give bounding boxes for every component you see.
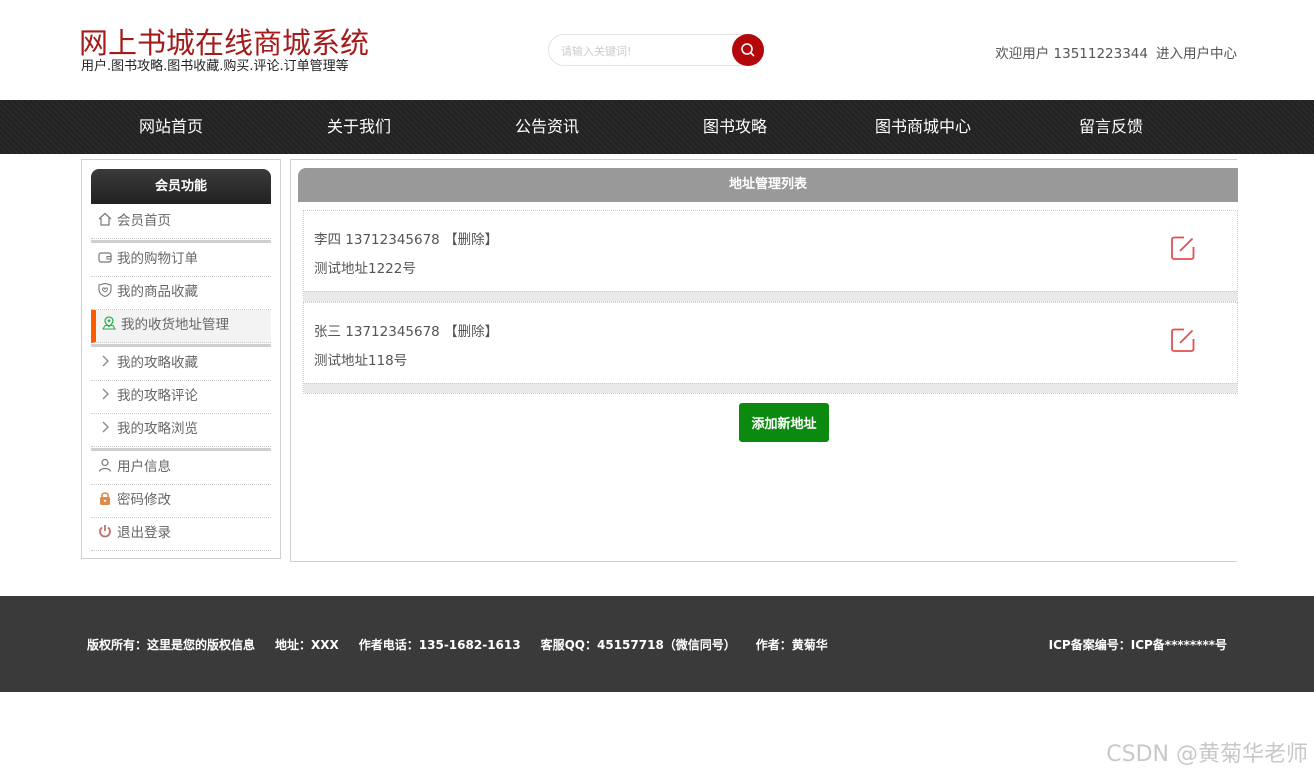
edit-icon[interactable] — [1170, 327, 1196, 353]
power-icon — [99, 525, 111, 538]
sidebar-divider — [91, 344, 271, 347]
delete-address-link[interactable]: 【删除】 — [444, 232, 498, 248]
site-subtitle: 用户.图书攻略.图书收藏.购买.评论.订单管理等 — [81, 59, 349, 74]
panel-title: 地址管理列表 — [298, 168, 1238, 202]
card-footer-strip — [304, 291, 1237, 301]
heart-shield-icon — [98, 282, 112, 298]
sidebar-item-label: 用户信息 — [117, 459, 171, 475]
member-sidebar: 会员功能 会员首页 我的购物订单 我的商品收藏 我的收货地址管理 我的攻略收藏 … — [81, 159, 281, 559]
sidebar-divider — [91, 448, 271, 451]
chevron-right-icon — [102, 388, 109, 400]
map-pin-icon — [102, 316, 116, 330]
search-icon — [741, 43, 755, 57]
footer-info: 版权所有：这里是您的版权信息 地址：XXX 作者电话：135-1682-1613 客服… — [87, 636, 848, 653]
site-footer: 版权所有：这里是您的版权信息 地址：XXX 作者电话：135-1682-1613 客服… — [0, 596, 1314, 692]
edit-icon[interactable] — [1170, 235, 1196, 261]
sidebar-item-label: 我的攻略浏览 — [117, 421, 198, 437]
address-detail: 测试地址118号 — [314, 353, 408, 369]
footer-address: 地址：XXX — [275, 638, 339, 652]
footer-icp: ICP备案编号：ICP备********号 — [1048, 638, 1227, 652]
home-icon — [98, 212, 112, 226]
footer-qq: 客服QQ：45157718（微信同号） — [540, 638, 736, 652]
sidebar-item-password[interactable]: 密码修改 — [91, 485, 271, 518]
sidebar-item-label: 我的攻略评论 — [117, 388, 198, 404]
lock-icon — [100, 492, 110, 505]
sidebar-item-label: 我的收货地址管理 — [121, 317, 229, 333]
nav-item-news[interactable]: 公告资讯 — [453, 100, 641, 154]
sidebar-item-favorites[interactable]: 我的商品收藏 — [91, 277, 271, 310]
sidebar-item-label: 我的购物订单 — [117, 251, 198, 267]
chevron-right-icon — [102, 355, 109, 367]
nav-item-home[interactable]: 网站首页 — [77, 100, 265, 154]
sidebar-item-label: 我的商品收藏 — [117, 284, 198, 300]
search-button[interactable] — [732, 34, 764, 66]
address-panel: 地址管理列表 李四 13712345678 【删除】 测试地址1222号 张三 … — [290, 159, 1238, 562]
sidebar-item-guide-history[interactable]: 我的攻略浏览 — [91, 414, 271, 447]
address-card: 张三 13712345678 【删除】 测试地址118号 — [303, 302, 1238, 394]
delete-address-link[interactable]: 【删除】 — [444, 324, 498, 340]
nav-item-feedback[interactable]: 留言反馈 — [1017, 100, 1205, 154]
site-header: 网上书城在线商城系统 用户.图书攻略.图书收藏.购买.评论.订单管理等 欢迎用户… — [0, 0, 1314, 100]
main-nav: 网站首页 关于我们 公告资讯 图书攻略 图书商城中心 留言反馈 — [0, 100, 1314, 154]
user-center-link[interactable]: 进入用户中心 — [1156, 46, 1237, 62]
address-contact: 张三 13712345678 【删除】 — [314, 320, 498, 340]
nav-item-about[interactable]: 关于我们 — [265, 100, 453, 154]
sidebar-item-guide-favorites[interactable]: 我的攻略收藏 — [91, 348, 271, 381]
sidebar-item-guide-comments[interactable]: 我的攻略评论 — [91, 381, 271, 414]
footer-author: 作者：黄菊华 — [755, 638, 828, 652]
sidebar-item-label: 密码修改 — [117, 492, 171, 508]
address-name-phone: 李四 13712345678 — [314, 232, 440, 248]
address-card: 李四 13712345678 【删除】 测试地址1222号 — [303, 210, 1238, 302]
nav-item-mall[interactable]: 图书商城中心 — [829, 100, 1017, 154]
welcome-text: 欢迎用户 13511223344 — [995, 46, 1148, 62]
sidebar-divider — [91, 240, 271, 243]
user-icon — [98, 458, 112, 472]
sidebar-item-label: 退出登录 — [117, 525, 171, 541]
sidebar-item-address[interactable]: 我的收货地址管理 — [91, 310, 271, 343]
nav-item-guides[interactable]: 图书攻略 — [641, 100, 829, 154]
footer-phone: 作者电话：135-1682-1613 — [358, 638, 521, 652]
address-name-phone: 张三 13712345678 — [314, 324, 440, 340]
search-box — [548, 34, 764, 66]
add-address-button[interactable]: 添加新地址 — [739, 403, 829, 442]
sidebar-item-member-home[interactable]: 会员首页 — [91, 206, 271, 239]
sidebar-item-orders[interactable]: 我的购物订单 — [91, 244, 271, 277]
watermark: CSDN @黄菊华老师 — [1106, 742, 1308, 767]
sidebar-title: 会员功能 — [91, 169, 271, 204]
footer-copyright: 版权所有：这里是您的版权信息 — [87, 638, 256, 652]
chevron-right-icon — [102, 421, 109, 433]
wallet-icon — [98, 252, 112, 263]
address-contact: 李四 13712345678 【删除】 — [314, 228, 498, 248]
sidebar-item-user-info[interactable]: 用户信息 — [91, 452, 271, 485]
search-input[interactable] — [561, 41, 726, 61]
welcome-area: 欢迎用户 13511223344 进入用户中心 — [995, 42, 1237, 62]
card-footer-strip — [304, 383, 1237, 393]
sidebar-item-label: 会员首页 — [117, 213, 171, 229]
address-detail: 测试地址1222号 — [314, 261, 416, 277]
sidebar-item-logout[interactable]: 退出登录 — [91, 518, 271, 551]
sidebar-item-label: 我的攻略收藏 — [117, 355, 198, 371]
